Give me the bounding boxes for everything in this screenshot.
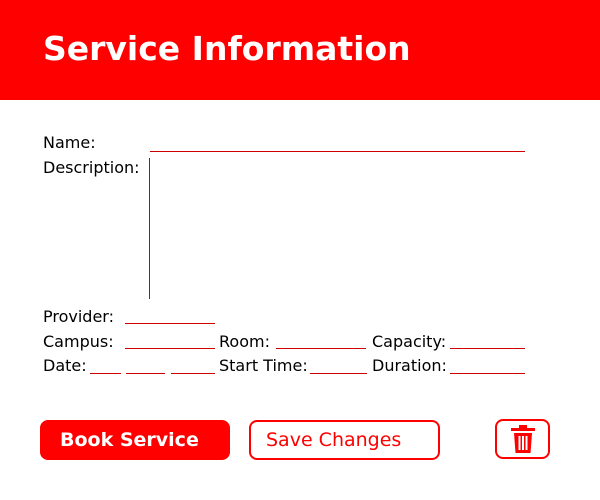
provider-field[interactable] [125,323,215,324]
book-service-button[interactable]: Book Service [40,420,230,460]
date-label: Date: [43,356,87,375]
header-bar: Service Information [0,0,600,100]
save-changes-button[interactable]: Save Changes [249,420,440,460]
capacity-field[interactable] [450,348,525,349]
start-time-field[interactable] [310,373,367,374]
page-title: Service Information [43,29,411,68]
description-label: Description: [43,158,140,177]
service-information-page: Service Information Name: Description: P… [0,0,600,500]
campus-label: Campus: [43,332,114,351]
campus-field[interactable] [125,348,215,349]
trash-icon [510,425,535,453]
name-field[interactable] [150,151,525,152]
duration-label: Duration: [372,356,447,375]
name-label: Name: [43,133,96,152]
duration-field[interactable] [450,373,525,374]
date-field-month[interactable] [90,373,121,374]
date-field-day[interactable] [126,373,165,374]
description-field[interactable] [149,158,150,299]
start-time-label: Start Time: [219,356,308,375]
room-field[interactable] [276,348,366,349]
room-label: Room: [219,332,270,351]
delete-button[interactable] [495,419,550,459]
capacity-label: Capacity: [372,332,447,351]
date-field-year[interactable] [171,373,215,374]
provider-label: Provider: [43,307,114,326]
